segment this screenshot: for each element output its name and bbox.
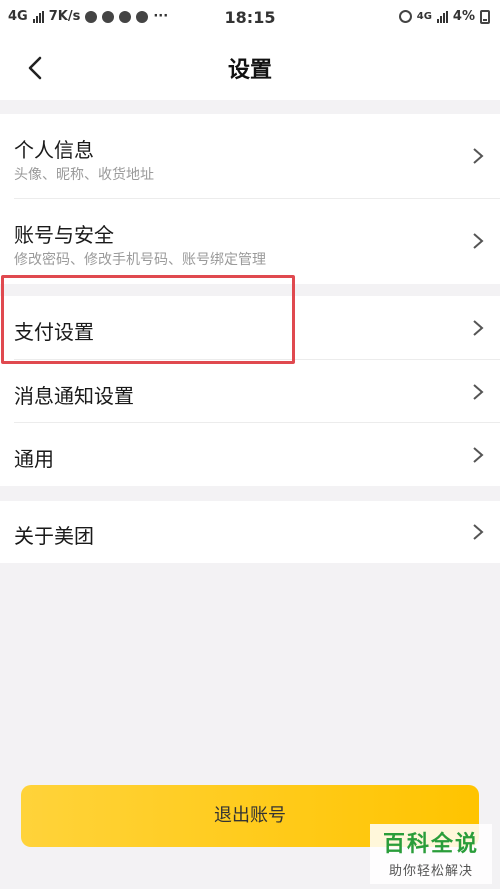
chevron-right-icon bbox=[473, 447, 484, 463]
battery-percent: 4% bbox=[452, 9, 475, 24]
row-title: 账号与安全 bbox=[14, 223, 114, 247]
chevron-right-icon bbox=[473, 384, 484, 400]
chevron-right-icon bbox=[473, 320, 484, 336]
settings-row-about[interactable]: 关于美团 bbox=[0, 501, 500, 563]
settings-row-general[interactable]: 通用 bbox=[0, 423, 500, 486]
settings-row-profile[interactable]: 个人信息 头像、昵称、收货地址 bbox=[0, 114, 500, 199]
page-title: 设置 bbox=[227, 58, 272, 83]
settings-row-notifications[interactable]: 消息通知设置 bbox=[0, 360, 500, 423]
row-title: 关于美团 bbox=[14, 524, 94, 548]
row-title: 消息通知设置 bbox=[14, 384, 134, 408]
row-subtitle: 修改密码、修改手机号码、账号绑定管理 bbox=[14, 252, 266, 268]
watermark-subtitle: 助你轻松解决 bbox=[388, 864, 473, 879]
settings-group-about: 关于美团 bbox=[0, 501, 500, 563]
watermark-logo: 百科全说 助你轻松解决 bbox=[370, 824, 492, 884]
settings-row-account-security[interactable]: 账号与安全 修改密码、修改手机号码、账号绑定管理 bbox=[0, 199, 500, 284]
alarm-icon bbox=[398, 10, 412, 23]
row-title: 个人信息 bbox=[14, 138, 94, 162]
highlight-box bbox=[1, 275, 295, 364]
signal-icon-right bbox=[436, 10, 448, 23]
status-right: 4G 4% bbox=[398, 9, 490, 24]
battery-icon bbox=[480, 9, 490, 24]
row-title: 通用 bbox=[14, 447, 54, 471]
chevron-right-icon bbox=[473, 233, 484, 249]
chevron-right-icon bbox=[473, 148, 484, 164]
watermark-title: 百科全说 bbox=[382, 832, 479, 857]
chevron-right-icon bbox=[473, 524, 484, 540]
row-subtitle: 头像、昵称、收货地址 bbox=[14, 167, 154, 183]
settings-group-account: 个人信息 头像、昵称、收货地址 账号与安全 修改密码、修改手机号码、账号绑定管理 bbox=[0, 114, 500, 284]
nav-bar: 设置 bbox=[0, 36, 500, 100]
network-right-label: 4G bbox=[416, 11, 432, 22]
status-bar: 4G 7K/s ··· 18:15 4G 4% bbox=[0, 0, 500, 36]
